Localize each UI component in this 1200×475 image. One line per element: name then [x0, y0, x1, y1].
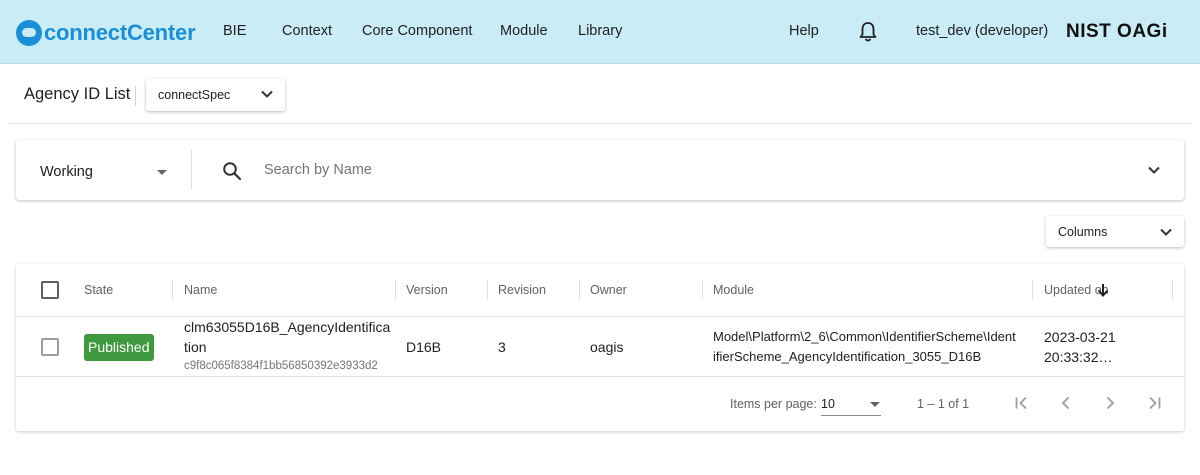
header-revision[interactable]: Revision	[498, 283, 546, 297]
items-per-page-label: Items per page:	[730, 397, 817, 411]
columns-button[interactable]: Columns	[1046, 216, 1184, 247]
columns-button-label: Columns	[1058, 225, 1108, 239]
table-header-row: State Name Version Revision Owner Module…	[16, 264, 1184, 317]
table-row[interactable]: Published clm63055D16B_AgencyIdentifica …	[16, 317, 1184, 377]
page-size-select[interactable]: 10	[821, 392, 881, 416]
name-cell[interactable]: clm63055D16B_AgencyIdentifica	[184, 319, 390, 335]
status-badge: Published	[84, 334, 154, 361]
updated-on-date: 2023-03-21	[1044, 329, 1116, 345]
dropdown-arrow-icon	[157, 170, 167, 175]
column-divider	[579, 280, 580, 300]
nav-help[interactable]: Help	[789, 23, 819, 39]
next-page-icon[interactable]	[1101, 394, 1119, 412]
search-panel: Working	[16, 140, 1184, 200]
top-app-bar: connectCenter BIE Context Core Component…	[0, 0, 1200, 64]
chevron-down-icon	[261, 90, 273, 98]
release-select-value: connectSpec	[158, 88, 231, 102]
nav-bie[interactable]: BIE	[223, 23, 246, 39]
agency-id-list-table: State Name Version Revision Owner Module…	[16, 264, 1184, 431]
connect-logo-icon	[16, 20, 42, 46]
search-divider	[191, 150, 192, 190]
name-cell-continued[interactable]: tion	[184, 339, 207, 355]
column-divider	[395, 280, 396, 300]
title-divider	[135, 86, 136, 106]
page-size-value: 10	[821, 397, 835, 411]
search-icon[interactable]	[222, 161, 242, 181]
first-page-icon[interactable]	[1013, 394, 1031, 412]
chevron-down-icon[interactable]	[1147, 165, 1161, 175]
chevron-down-icon	[1160, 228, 1172, 236]
nav-core-component[interactable]: Core Component	[362, 23, 472, 39]
header-name[interactable]: Name	[184, 283, 217, 297]
updated-on-time: 20:33:32…	[1044, 349, 1113, 365]
nav-context[interactable]: Context	[282, 23, 332, 39]
state-filter-value: Working	[40, 164, 93, 180]
column-divider	[1172, 280, 1173, 300]
module-cell: Model\Platform\2_6\Common\IdentifierSche…	[713, 329, 1016, 344]
select-all-checkbox[interactable]	[41, 281, 59, 299]
header-owner[interactable]: Owner	[590, 283, 627, 297]
nist-oagi-logo: NIST OAGi	[1066, 21, 1168, 42]
app-logo[interactable]: connectCenter	[16, 19, 196, 47]
column-divider	[702, 280, 703, 300]
owner-cell: oagis	[590, 339, 624, 355]
release-select[interactable]: connectSpec	[146, 79, 285, 111]
previous-page-icon[interactable]	[1057, 394, 1075, 412]
revision-cell: 3	[498, 339, 506, 355]
header-module[interactable]: Module	[713, 283, 754, 297]
column-divider	[172, 280, 173, 300]
bell-icon[interactable]	[858, 21, 878, 43]
nav-library[interactable]: Library	[578, 23, 622, 39]
column-divider	[487, 280, 488, 300]
section-divider	[8, 123, 1192, 124]
state-filter-select[interactable]: Working	[16, 140, 191, 200]
module-cell-continued: ifierScheme_AgencyIdentification_3055_D1…	[713, 349, 982, 364]
page-title: Agency ID List	[24, 85, 131, 103]
user-menu[interactable]: test_dev (developer)	[916, 23, 1048, 39]
last-page-icon[interactable]	[1145, 394, 1163, 412]
arrow-down-icon[interactable]	[1096, 282, 1110, 298]
row-checkbox[interactable]	[41, 338, 59, 356]
dropdown-arrow-icon	[870, 402, 880, 407]
page-range-label: 1 – 1 of 1	[917, 397, 970, 411]
header-state[interactable]: State	[84, 283, 113, 297]
nav-module[interactable]: Module	[500, 23, 548, 39]
version-cell: D16B	[406, 339, 442, 355]
search-input[interactable]	[264, 158, 1124, 182]
column-divider	[1032, 280, 1033, 300]
logo-text: connectCenter	[44, 20, 196, 45]
header-version[interactable]: Version	[406, 283, 448, 297]
guid-text: c9f8c065f8384f1bb56850392e3933d2	[184, 360, 378, 372]
